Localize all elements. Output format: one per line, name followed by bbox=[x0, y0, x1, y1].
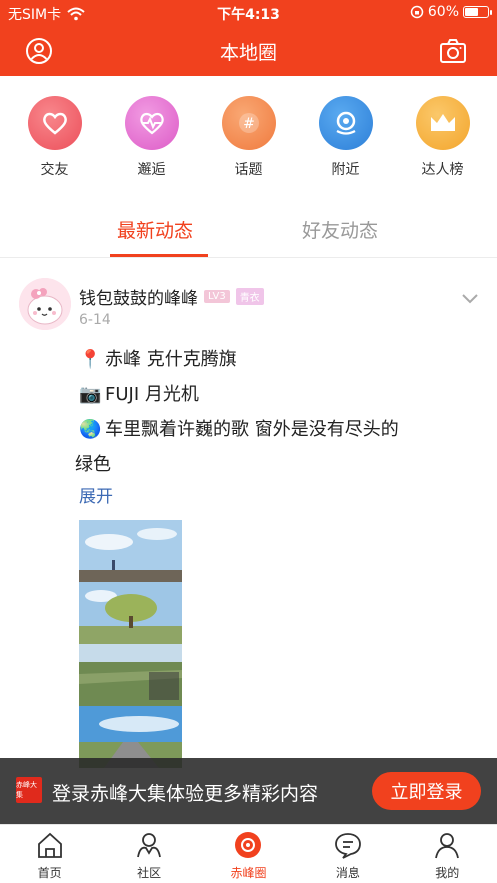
tabbar-label: 赤峰圈 bbox=[230, 866, 267, 880]
post-photo-strip[interactable] bbox=[79, 520, 182, 768]
category-label: 交友 bbox=[40, 162, 69, 178]
status-bar: 无SIM卡 下午4:13 60% bbox=[0, 0, 497, 26]
category-leaderboard[interactable]: 达人榜 bbox=[403, 96, 483, 192]
tabbar-community[interactable]: 社区 bbox=[104, 825, 194, 883]
tab-indicator bbox=[110, 254, 208, 257]
post-line: 绿色 bbox=[75, 454, 111, 475]
rotation-lock-icon bbox=[410, 5, 424, 19]
battery-icon bbox=[463, 6, 492, 18]
tabbar-label: 消息 bbox=[335, 866, 360, 880]
author-name[interactable]: 钱包鼓鼓的峰峰 bbox=[79, 284, 198, 309]
category-label: 达人榜 bbox=[421, 162, 464, 178]
category-encounter[interactable]: 邂逅 bbox=[112, 96, 192, 192]
camera-emoji-icon: 📷 bbox=[79, 384, 102, 405]
tab-latest[interactable]: 最新动态 bbox=[117, 216, 193, 243]
post-content: 📍 赤峰 克什克腾旗 📷 FUJI 月光机 🌏 车里飘着许巍的歌 窗外是没有尽头的 绿… bbox=[75, 342, 479, 482]
tabbar-label: 首页 bbox=[37, 866, 62, 880]
login-prompt: 登录赤峰大集体验更多精彩内容 bbox=[52, 783, 319, 805]
category-nearby[interactable]: 附近 bbox=[306, 96, 386, 192]
category-label: 话题 bbox=[234, 162, 263, 178]
post-author: 钱包鼓鼓的峰峰 LV3 青衣 bbox=[79, 284, 264, 309]
pin-icon: 📍 bbox=[79, 349, 102, 370]
user-icon bbox=[435, 833, 460, 859]
post-date: 6-14 bbox=[79, 312, 111, 328]
bottom-tab-bar: 首页 社区 赤峰圈 消息 我的 bbox=[0, 824, 497, 883]
login-banner: 赤峰大集 登录赤峰大集体验更多精彩内容 立即登录 bbox=[0, 758, 497, 824]
photo-tree bbox=[79, 582, 182, 644]
tab-friends[interactable]: 好友动态 bbox=[302, 216, 378, 243]
photo-sky-person bbox=[79, 520, 182, 582]
feed-tabs: 最新动态 好友动态 bbox=[0, 206, 497, 258]
camera-button[interactable] bbox=[437, 35, 469, 67]
post-menu-button[interactable] bbox=[461, 290, 479, 309]
crown-icon bbox=[415, 96, 470, 150]
category-friends[interactable]: 交友 bbox=[15, 96, 95, 192]
login-button[interactable]: 立即登录 bbox=[372, 772, 481, 810]
photo-grassland bbox=[79, 644, 182, 706]
app-logo: 赤峰大集 bbox=[16, 777, 42, 803]
tabbar-home[interactable]: 首页 bbox=[5, 825, 95, 883]
avatar[interactable] bbox=[19, 278, 71, 330]
community-icon bbox=[137, 833, 161, 858]
app-header: 无SIM卡 下午4:13 60% 本地圈 bbox=[0, 0, 497, 76]
category-row: 交友 邂逅 # 话题 附近 达人榜 bbox=[0, 96, 497, 192]
heart-icon bbox=[27, 96, 82, 150]
hashtag-icon: # bbox=[221, 96, 276, 150]
post-line: 📷 FUJI 月光机 bbox=[79, 377, 479, 412]
category-topics[interactable]: # 话题 bbox=[209, 96, 289, 192]
battery-percent: 60% bbox=[427, 4, 459, 20]
heartbeat-icon bbox=[124, 96, 179, 150]
svg-text:#: # bbox=[243, 116, 255, 132]
home-icon bbox=[37, 832, 62, 858]
category-label: 邂逅 bbox=[137, 162, 166, 178]
tabbar-profile[interactable]: 我的 bbox=[402, 825, 492, 883]
post-line: 📍 赤峰 克什克腾旗 bbox=[79, 342, 479, 377]
message-icon bbox=[334, 833, 361, 859]
tabbar-circle[interactable]: 赤峰圈 bbox=[203, 825, 293, 883]
expand-link[interactable]: 展开 bbox=[79, 482, 113, 507]
circle-camera-icon bbox=[235, 832, 262, 858]
chevron-down-icon bbox=[462, 294, 478, 304]
tabbar-label: 我的 bbox=[435, 866, 460, 880]
title-badge: 青衣 bbox=[235, 288, 264, 305]
post-line: 🌏 车里飘着许巍的歌 窗外是没有尽头的 bbox=[79, 412, 479, 447]
globe-icon: 🌏 bbox=[79, 419, 102, 440]
category-label: 附近 bbox=[331, 162, 360, 178]
location-icon bbox=[318, 96, 373, 150]
level-badge: LV3 bbox=[204, 290, 230, 303]
tabbar-label: 社区 bbox=[137, 866, 162, 880]
tabbar-messages[interactable]: 消息 bbox=[303, 825, 393, 883]
page-title: 本地圈 bbox=[219, 42, 277, 64]
camera-icon bbox=[440, 39, 466, 63]
